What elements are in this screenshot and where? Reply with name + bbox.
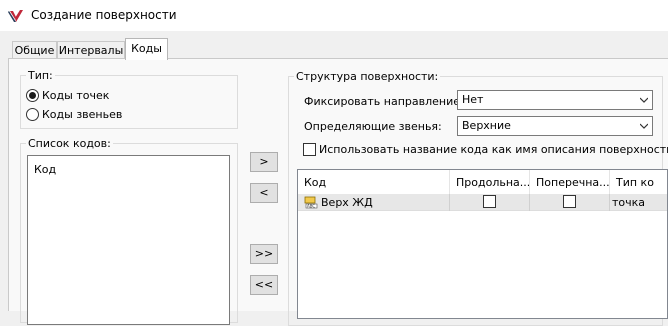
use-code-name-checkbox[interactable] xyxy=(303,143,316,156)
add-all-codes-button[interactable]: >> xyxy=(250,244,278,264)
radio-point-codes-label[interactable]: Коды точек xyxy=(42,89,109,102)
tab-general[interactable]: Общие xyxy=(12,41,57,59)
defining-links-select[interactable]: Верхние xyxy=(457,116,653,136)
structure-legend: Структура поверхности: xyxy=(294,70,441,83)
radio-point-codes[interactable] xyxy=(26,89,39,102)
remove-all-codes-button[interactable]: << xyxy=(250,275,278,295)
transverse-checkbox[interactable] xyxy=(563,195,576,208)
radio-link-codes-label[interactable]: Коды звеньев xyxy=(42,108,122,121)
fix-direction-label: Фиксировать направление: xyxy=(304,95,464,108)
cell-type: точка xyxy=(612,196,646,209)
longitudinal-checkbox[interactable] xyxy=(483,195,496,208)
table-row[interactable]: ABC Верх ЖД точка xyxy=(298,194,667,211)
add-code-button[interactable]: > xyxy=(250,152,278,172)
use-code-name-label[interactable]: Использовать название кода как имя описа… xyxy=(319,143,668,156)
codes-table[interactable]: Код Продольна... Поперечна... Тип ко ABC… xyxy=(297,169,668,319)
defining-links-label: Определяющие звенья: xyxy=(304,120,442,133)
cell-transverse xyxy=(530,194,610,211)
fix-direction-select[interactable]: Нет xyxy=(457,90,653,110)
app-logo-icon xyxy=(8,10,23,22)
cell-longitudinal xyxy=(450,194,530,211)
column-header-longitudinal[interactable]: Продольна... xyxy=(450,170,530,194)
code-list-legend: Список кодов: xyxy=(26,137,113,150)
column-header-type[interactable]: Тип ко xyxy=(610,170,667,194)
chevron-down-icon xyxy=(640,97,648,103)
remove-code-button[interactable]: < xyxy=(250,183,278,203)
code-listbox[interactable]: Код xyxy=(27,155,230,325)
radio-link-codes[interactable] xyxy=(26,108,39,121)
fix-direction-value: Нет xyxy=(462,93,484,106)
column-header-transverse[interactable]: Поперечна... xyxy=(530,170,610,194)
window-title: Создание поверхности xyxy=(31,8,177,22)
cell-code-text: Верх ЖД xyxy=(321,196,373,209)
column-header-code[interactable]: Код xyxy=(298,170,450,194)
title-bar: Создание поверхности xyxy=(0,0,668,31)
surface-code-icon: ABC xyxy=(304,196,318,209)
svg-text:ABC: ABC xyxy=(307,204,315,209)
tab-codes[interactable]: Коды xyxy=(125,38,168,60)
chevron-down-icon xyxy=(640,123,648,129)
list-item[interactable]: Код xyxy=(34,163,56,176)
tab-intervals[interactable]: Интервалы xyxy=(57,41,125,59)
defining-links-value: Верхние xyxy=(462,119,511,132)
type-group-legend: Тип: xyxy=(26,69,55,82)
cell-code: ABC Верх ЖД xyxy=(298,194,450,211)
